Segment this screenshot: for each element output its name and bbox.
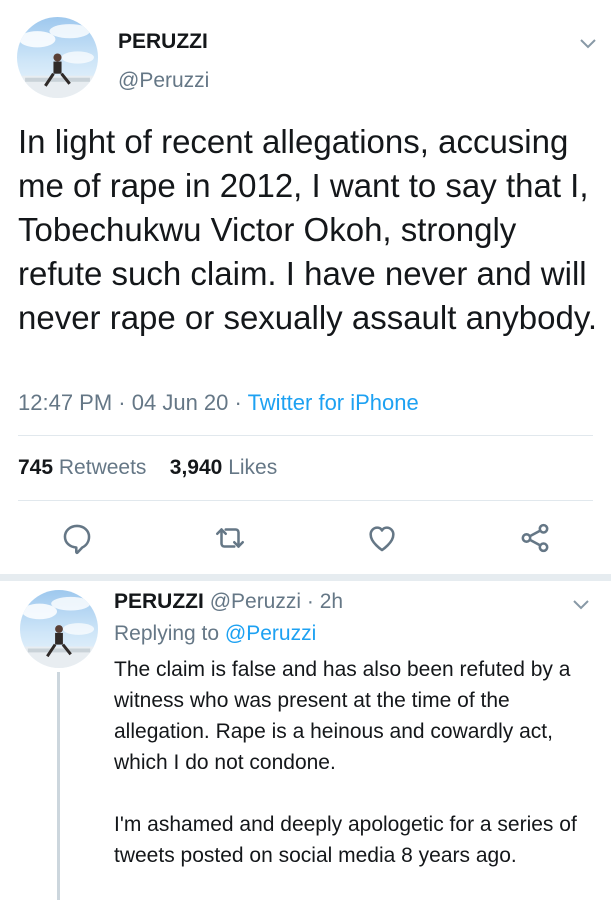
tweet-time: 12:47 PM: [18, 390, 113, 415]
tweet-meta: 12:47 PM · 04 Jun 20 · Twitter for iPhon…: [18, 390, 419, 416]
author-name[interactable]: PERUZZI: [118, 30, 208, 54]
section-separator: [0, 574, 611, 581]
meta-separator: ·: [234, 390, 242, 415]
replying-to-handle[interactable]: @Peruzzi: [225, 622, 316, 645]
reply-separator: ·: [306, 590, 314, 613]
tweet-date: 04 Jun 20: [131, 390, 229, 415]
retweet-icon[interactable]: [213, 521, 247, 555]
avatar-image: [17, 24, 98, 98]
reply-paragraph: The claim is false and has also been ref…: [114, 658, 571, 774]
reply-author-avatar[interactable]: [20, 590, 98, 668]
chevron-down-icon[interactable]: [571, 594, 591, 614]
reply-age: 2h: [319, 590, 344, 613]
tweet-text: In light of recent allegations, accusing…: [18, 123, 598, 336]
reply-author-name[interactable]: PERUZZI: [114, 590, 204, 613]
reply-text: The claim is false and has also been ref…: [114, 654, 594, 902]
divider: [18, 500, 593, 501]
tweet-stats: 745 Retweets 3,940 Likes: [18, 456, 277, 480]
likes-label: Likes: [228, 456, 278, 479]
replying-to-label: Replying to: [114, 622, 220, 645]
share-icon[interactable]: [518, 521, 552, 555]
replying-to: Replying to @Peruzzi: [114, 622, 316, 646]
retweets-label: Retweets: [58, 456, 147, 479]
reply-paragraph: I'm ashamed and deeply apologetic for a …: [114, 813, 577, 867]
divider: [18, 435, 593, 436]
retweets-stat[interactable]: 745 Retweets: [18, 456, 146, 479]
reply-icon[interactable]: [60, 521, 94, 555]
likes-stat[interactable]: 3,940 Likes: [170, 456, 277, 479]
like-icon[interactable]: [365, 521, 399, 555]
chevron-down-icon[interactable]: [578, 33, 598, 53]
author-avatar[interactable]: [17, 17, 98, 98]
retweets-count: 745: [18, 456, 54, 479]
tweet-source[interactable]: Twitter for iPhone: [248, 390, 419, 415]
reply-author-handle[interactable]: @Peruzzi: [210, 590, 301, 613]
avatar-image: [20, 596, 98, 668]
likes-count: 3,940: [169, 456, 223, 479]
reply-header: PERUZZI @Peruzzi · 2h: [114, 590, 343, 614]
thread-line: [57, 672, 60, 900]
author-handle[interactable]: @Peruzzi: [118, 69, 209, 93]
meta-separator: ·: [118, 390, 126, 415]
